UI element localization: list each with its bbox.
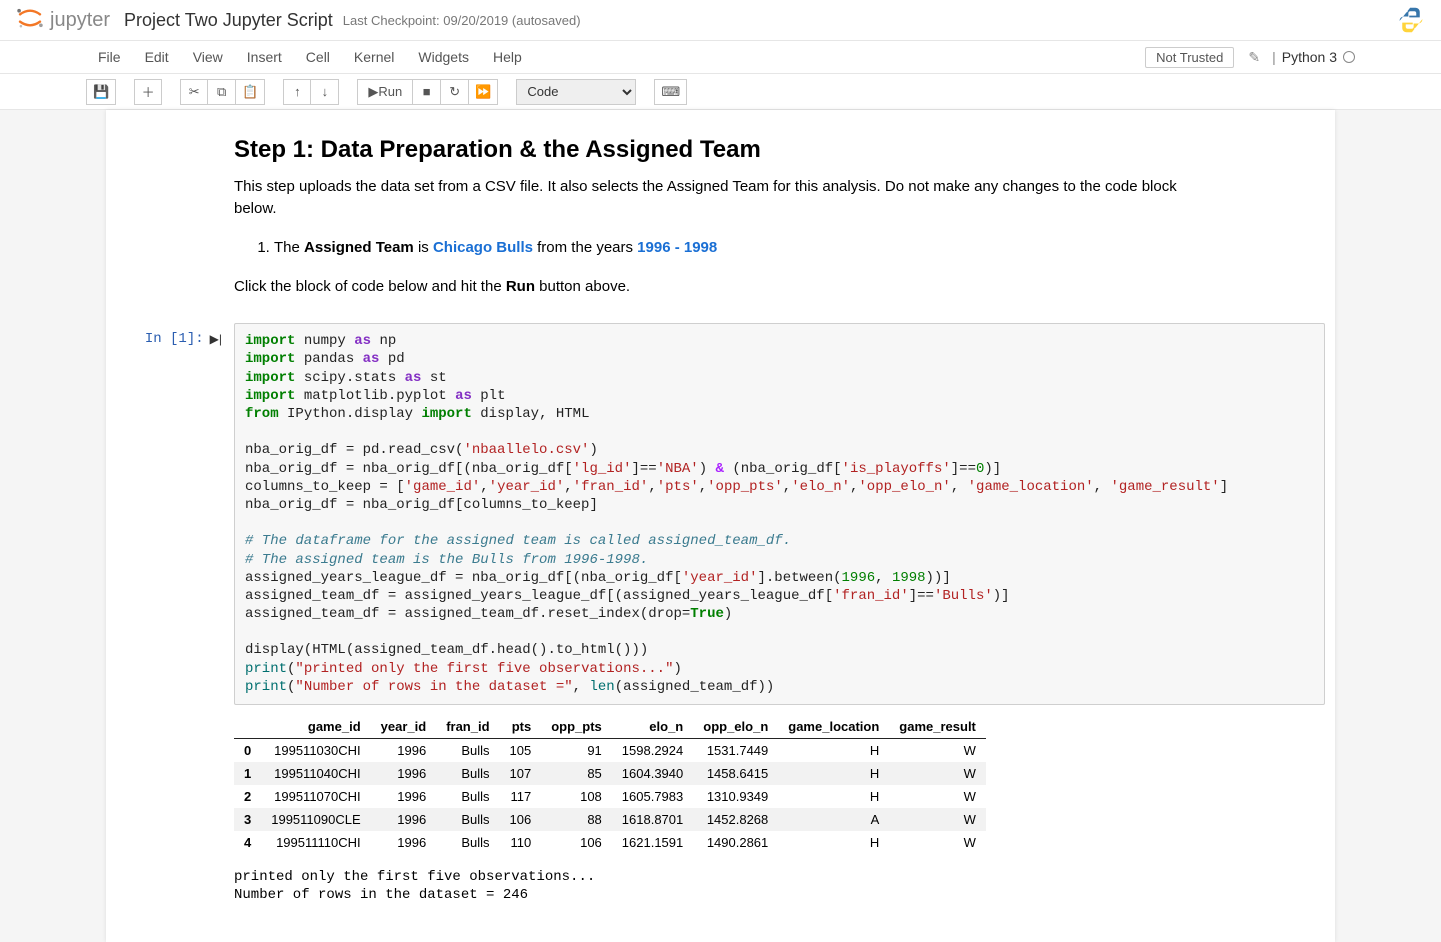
- move-down-button[interactable]: ↓: [311, 79, 339, 105]
- cell-type-select[interactable]: Code: [516, 79, 636, 105]
- command-palette-button[interactable]: ⌨: [654, 79, 687, 105]
- menu-kernel[interactable]: Kernel: [342, 41, 406, 73]
- in-prompt: In [1]:: [145, 331, 204, 347]
- trust-indicator[interactable]: Not Trusted: [1145, 47, 1234, 68]
- table-row: 3199511090CLE1996Bulls106881618.87011452…: [234, 808, 986, 831]
- notebook-name[interactable]: Project Two Jupyter Script: [124, 10, 333, 31]
- run-button[interactable]: ▶ Run: [357, 79, 413, 105]
- step1-paragraph2: Click the block of code below and hit th…: [234, 276, 1207, 298]
- kernel-indicator[interactable]: Python 3: [1282, 49, 1355, 65]
- interrupt-button[interactable]: ■: [413, 79, 441, 105]
- code-cell-1[interactable]: In [1]: ▶| import numpy as np import pan…: [106, 319, 1335, 912]
- step1-list-item-1: The Assigned Team is Chicago Bulls from …: [274, 236, 1207, 260]
- code-input-area[interactable]: import numpy as np import pandas as pd i…: [234, 323, 1325, 705]
- step1-heading: Step 1: Data Preparation & the Assigned …: [234, 136, 1207, 164]
- table-row: 1199511040CHI1996Bulls107851604.39401458…: [234, 762, 986, 785]
- menu-insert[interactable]: Insert: [235, 41, 294, 73]
- menu-file[interactable]: File: [86, 41, 133, 73]
- restart-run-all-button[interactable]: ⏩: [469, 79, 498, 105]
- kernel-separator: |: [1272, 49, 1276, 65]
- assigned-team-years: 1996 - 1998: [637, 239, 717, 256]
- table-row: 0199511030CHI1996Bulls105911598.29241531…: [234, 739, 986, 763]
- menu-help[interactable]: Help: [481, 41, 534, 73]
- checkpoint-text: Last Checkpoint: 09/20/2019 (autosaved): [343, 13, 581, 28]
- pencil-icon[interactable]: ✎: [1248, 49, 1260, 66]
- jupyter-logo[interactable]: jupyter: [16, 8, 110, 32]
- main-toolbar: 💾 ＋ ✂ ⧉ 📋 ↑ ↓ ▶ Run ■ ↻ ⏩ Code ⌨: [0, 74, 1441, 110]
- menu-widgets[interactable]: Widgets: [406, 41, 481, 73]
- step1-paragraph1: This step uploads the data set from a CS…: [234, 176, 1207, 220]
- notebook-header: jupyter Project Two Jupyter Script Last …: [0, 0, 1441, 41]
- table-row: 2199511070CHI1996Bulls1171081605.7983131…: [234, 785, 986, 808]
- kernel-name-text: Python 3: [1282, 49, 1337, 65]
- menu-view[interactable]: View: [181, 41, 235, 73]
- menubar: File Edit View Insert Cell Kernel Widget…: [86, 41, 1355, 73]
- cut-cell-button[interactable]: ✂: [180, 79, 208, 105]
- move-up-button[interactable]: ↑: [283, 79, 311, 105]
- output-dataframe: game_id year_id fran_id pts opp_pts elo_…: [234, 715, 986, 854]
- stdout-output: printed only the first five observations…: [234, 868, 1325, 904]
- run-cell-icon[interactable]: ▶|: [210, 332, 222, 346]
- markdown-cell[interactable]: Step 1: Data Preparation & the Assigned …: [106, 120, 1335, 319]
- jupyter-logo-icon: [16, 8, 44, 26]
- insert-cell-button[interactable]: ＋: [134, 79, 162, 105]
- menu-cell[interactable]: Cell: [294, 41, 342, 73]
- jupyter-logo-text: jupyter: [50, 9, 110, 32]
- restart-button[interactable]: ↻: [441, 79, 469, 105]
- copy-cell-button[interactable]: ⧉: [208, 79, 236, 105]
- paste-cell-button[interactable]: 📋: [236, 79, 265, 105]
- table-header-row: game_id year_id fran_id pts opp_pts elo_…: [234, 715, 986, 739]
- page-background: Step 1: Data Preparation & the Assigned …: [0, 110, 1441, 942]
- kernel-status-icon: [1343, 51, 1355, 63]
- output-block: game_id year_id fran_id pts opp_pts elo_…: [234, 705, 1325, 908]
- python-logo-icon: [1397, 6, 1425, 34]
- notebook-container: Step 1: Data Preparation & the Assigned …: [106, 110, 1335, 942]
- menu-edit[interactable]: Edit: [133, 41, 181, 73]
- save-button[interactable]: 💾: [86, 79, 116, 105]
- table-row: 4199511110CHI1996Bulls1101061621.1591149…: [234, 831, 986, 854]
- assigned-team-name: Chicago Bulls: [433, 239, 533, 256]
- run-button-label: Run: [378, 84, 402, 99]
- menubar-wrap: File Edit View Insert Cell Kernel Widget…: [0, 41, 1441, 74]
